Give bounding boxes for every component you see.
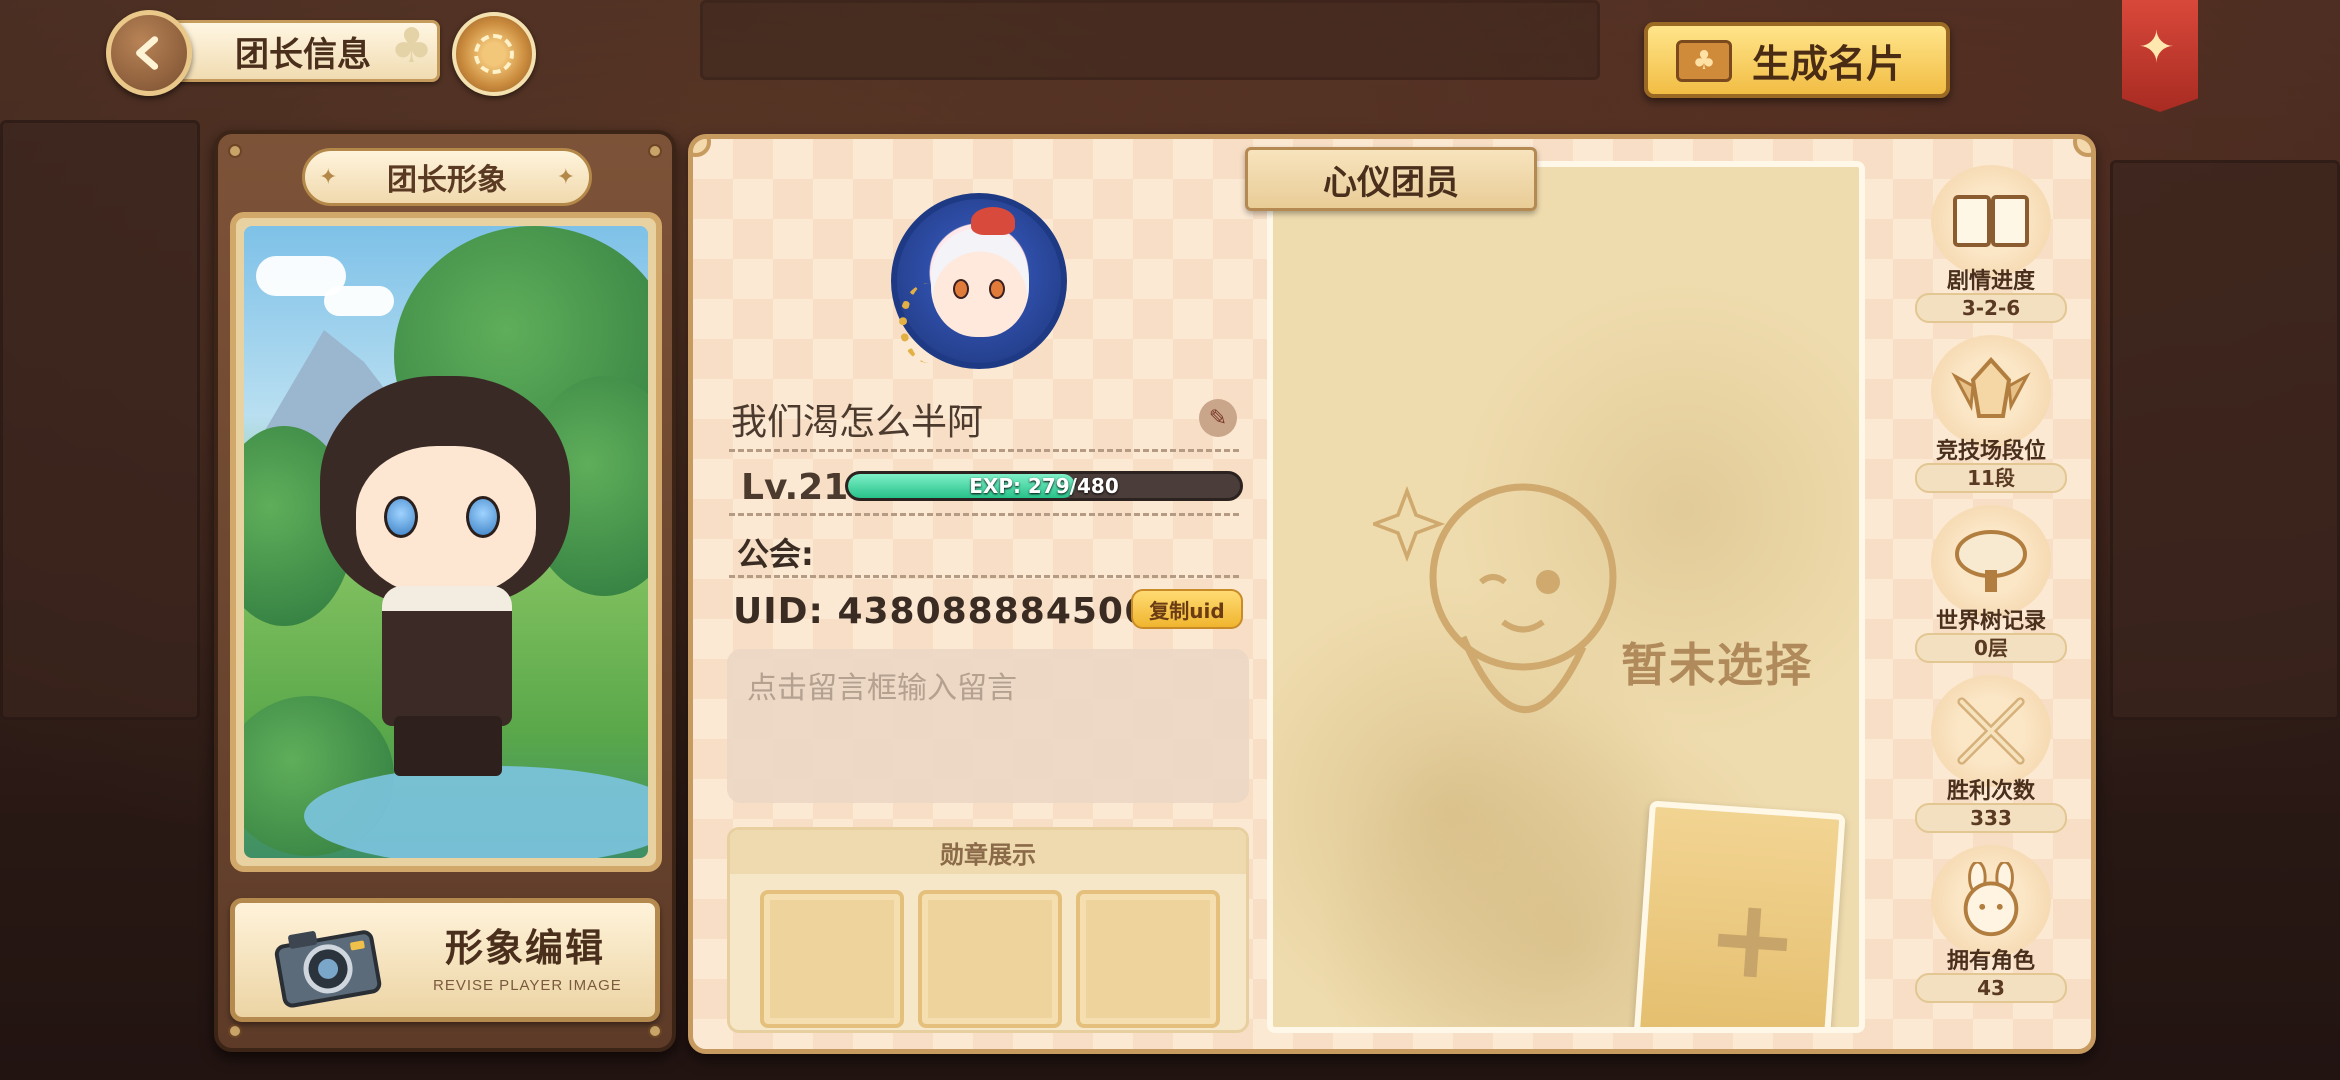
world-tree-icon <box>1931 505 2051 617</box>
edit-image-button[interactable]: 形象编辑 REVISE PLAYER IMAGE <box>230 898 660 1022</box>
avatar-eye <box>466 496 500 538</box>
avatar-eye <box>953 279 969 299</box>
stat-label: 竞技场段位 <box>1935 439 2046 464</box>
favorite-member-status: 暂未选择 <box>1621 638 1813 692</box>
medal-slot-3[interactable] <box>1076 890 1220 1028</box>
profile-avatar[interactable] <box>891 193 1067 369</box>
rivet <box>648 1024 662 1038</box>
exp-progress-text: EXP: 279/480 <box>969 474 1119 498</box>
divider <box>729 575 1239 578</box>
crossed-swords-icon <box>1931 675 2051 787</box>
player-portrait <box>230 212 662 872</box>
edit-image-label: 形象编辑 <box>445 926 606 970</box>
avatar-face <box>931 229 1029 337</box>
card-clover-icon: ♣ <box>1676 40 1732 82</box>
bunny-character-icon <box>1931 845 2051 957</box>
copy-uid-button[interactable]: 复制uid <box>1131 589 1243 629</box>
stat-world-tree: 世界树记录 0层 <box>1911 505 2071 675</box>
back-button[interactable] <box>106 10 192 96</box>
stat-label: 胜利次数 <box>1946 779 2035 804</box>
player-name: 我们渴怎么半阿 <box>731 402 984 443</box>
avatar-eye <box>989 279 1005 299</box>
stat-value: 43 <box>1915 973 2067 1003</box>
placeholder-chibi-silhouette <box>1373 483 1617 713</box>
medal-slot-1[interactable] <box>760 890 904 1028</box>
player-emblem-icon[interactable] <box>452 12 536 96</box>
rivet <box>648 144 662 158</box>
stat-label: 拥有角色 <box>1946 949 2035 974</box>
camera-icon <box>274 930 382 1008</box>
sparkle-icon: ✦ <box>556 164 575 190</box>
generate-card-button[interactable]: ♣ 生成名片 <box>1644 22 1950 98</box>
clover-icon: ♣ <box>390 18 434 74</box>
edit-name-pen-icon[interactable]: ✎ <box>1199 399 1237 437</box>
cloud <box>324 286 394 316</box>
add-favorite-member-button[interactable]: + <box>1632 800 1846 1027</box>
guild-label: 公会: <box>737 535 814 573</box>
stat-value: 11段 <box>1915 463 2067 493</box>
stat-value: 3-2-6 <box>1915 293 2067 323</box>
page-title: 团长信息 <box>235 34 371 75</box>
portrait-scene <box>244 226 648 858</box>
exp-progress-bar: EXP: 279/480 <box>845 471 1243 501</box>
message-input[interactable]: 点击留言框输入留言 <box>727 649 1249 803</box>
stat-owned-characters: 拥有角色 43 <box>1911 845 2071 1015</box>
uid-label: UID: 438088884506 <box>733 591 1151 632</box>
avatar-body <box>382 586 512 726</box>
favorite-member-title: 心仪团员 <box>1245 147 1537 211</box>
stat-arena-rank: 竞技场段位 11段 <box>1911 335 2071 505</box>
rivet <box>228 144 242 158</box>
stat-value: 333 <box>1915 803 2067 833</box>
sparkle-icon: ✦ <box>319 164 338 190</box>
stat-story-progress: 剧情进度 3-2-6 <box>1911 165 2071 335</box>
divider <box>729 449 1239 452</box>
avatar-legs <box>394 716 502 776</box>
stat-label: 世界树记录 <box>1935 609 2046 634</box>
stat-label: 剧情进度 <box>1946 269 2035 294</box>
medal-slot-2[interactable] <box>918 890 1062 1028</box>
book-icon <box>1931 165 2051 277</box>
plus-icon: + <box>1702 871 1804 1007</box>
medal-showcase-title: 勋章展示 <box>730 830 1246 874</box>
divider <box>729 513 1239 516</box>
rivet <box>228 1024 242 1038</box>
arena-rank-icon <box>1931 335 2051 447</box>
edit-image-sublabel: REVISE PLAYER IMAGE <box>433 977 622 994</box>
stat-value: 0层 <box>1915 633 2067 663</box>
favorite-member-area[interactable]: 暂未选择 + <box>1267 161 1865 1033</box>
avatar-hat <box>971 207 1015 235</box>
ribbon-badge-icon[interactable] <box>2122 0 2198 112</box>
player-image-header: ✦ 团长形象 ✦ <box>302 148 592 206</box>
avatar-face <box>356 446 536 596</box>
back-heart-icon <box>136 36 159 70</box>
avatar-eye <box>384 496 418 538</box>
profile-panel: 我们渴怎么半阿 ✎ Lv.21 EXP: 279/480 公会: UID: 43… <box>688 134 2096 1054</box>
player-level: Lv.21 <box>741 467 849 508</box>
stat-victories: 胜利次数 333 <box>1911 675 2071 845</box>
player-image-panel: ✦ 团长形象 ✦ 形象编辑 REVISE PLAYER IMAGE <box>214 130 676 1052</box>
medal-showcase: 勋章展示 <box>727 827 1249 1033</box>
player-image-title: 团长形象 <box>387 163 507 198</box>
generate-card-label: 生成名片 <box>1752 41 1905 86</box>
message-placeholder: 点击留言框输入留言 <box>747 671 1017 706</box>
